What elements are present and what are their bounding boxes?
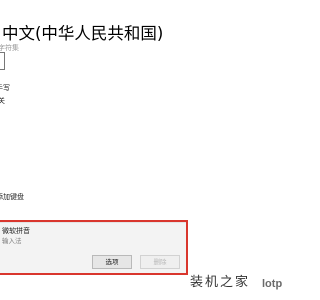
keyboard-type: 输入法 [2, 237, 22, 245]
watermark-text: 装机之家 [190, 275, 251, 290]
charset-dropdown[interactable] [0, 52, 5, 70]
setting-label-handwriting: 手写 [0, 84, 10, 92]
handwriting-toggle-state[interactable]: 关 [0, 97, 5, 106]
keyboard-name: 微软拼音 [2, 227, 30, 235]
page-title: 中文(中华人民共和国) [2, 24, 164, 43]
keyboard-item-highlight: 微软拼音 输入法 选项 删除 [0, 220, 188, 275]
options-button[interactable]: 选项 [92, 255, 132, 269]
watermark-logo: 装机之家 lotp [186, 270, 300, 300]
remove-button[interactable]: 删除 [140, 255, 180, 269]
add-keyboard-link[interactable]: 添加键盘 [0, 193, 24, 202]
watermark-url: lotp [262, 278, 283, 290]
keyboard-item-microsoft-pinyin[interactable]: 微软拼音 输入法 选项 删除 [0, 222, 186, 273]
